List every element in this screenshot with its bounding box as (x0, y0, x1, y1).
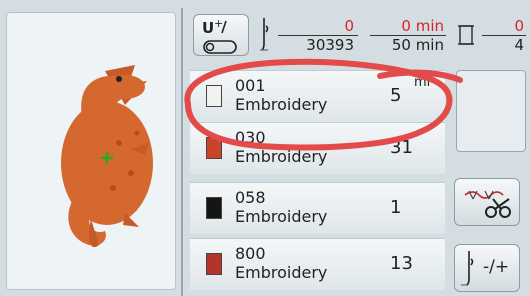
thread-stitch-count: 1 (390, 197, 402, 218)
thread-name: Embroidery (235, 207, 328, 226)
thread-code: 030 (235, 128, 266, 147)
thread-color-swatch (206, 137, 222, 159)
thread-stitch-count: 13 (390, 253, 413, 274)
color-total: 4 (514, 36, 524, 54)
dragon-design-image (61, 65, 153, 248)
upper-thread-icon: U + (202, 17, 237, 54)
thread-row-2[interactable]: 030 Embroidery 31 (190, 122, 445, 174)
time-counter: 0 min 50 min (364, 14, 448, 56)
row-overflow-text: mi (414, 75, 431, 90)
thread-code: 001 (235, 76, 266, 95)
thread-color-swatch (206, 197, 222, 219)
thread-name: Embroidery (235, 263, 328, 282)
needle-adjust-button[interactable]: -/+ (454, 244, 520, 292)
thread-cutter-button[interactable] (454, 178, 520, 226)
needle-icon (260, 18, 269, 51)
color-counter: 0 4 (452, 14, 528, 56)
thread-row-1[interactable]: 001 Embroidery 5 mi (190, 70, 445, 122)
thread-row-4[interactable]: 800 Embroidery 13 (190, 238, 445, 290)
stitch-total: 30393 (306, 36, 354, 54)
needle-adjust-icon (461, 251, 474, 286)
time-total: 50 min (391, 36, 444, 54)
stitch-counter: 0 30393 (256, 14, 360, 56)
thread-row-3[interactable]: 058 Embroidery 1 (190, 182, 445, 234)
svg-text:U: U (202, 19, 214, 37)
thread-code: 058 (235, 188, 266, 207)
needle-adjust-label: -/+ (483, 257, 510, 277)
thread-color-swatch (206, 253, 222, 275)
thread-code: 800 (235, 244, 266, 263)
embroidery-screen: U + 0 30393 0 min 50 min 0 4 001 Embroid… (0, 0, 530, 296)
pane-divider (181, 8, 183, 296)
thread-name: Embroidery (235, 95, 328, 114)
thread-stitch-count: 31 (390, 137, 413, 158)
design-preview (6, 12, 176, 290)
stitch-current: 0 (344, 17, 354, 35)
thread-color-swatch (206, 85, 222, 107)
thread-cutter-icon (464, 190, 511, 218)
thread-name: Embroidery (235, 147, 328, 166)
color-current: 0 (514, 17, 524, 35)
upper-thread-button[interactable]: U + (193, 14, 249, 56)
thread-stitch-count: 5 (390, 85, 402, 106)
time-current: 0 min (401, 17, 444, 35)
info-box (456, 70, 526, 152)
spool-icon (458, 25, 474, 45)
svg-text:+: + (214, 17, 223, 30)
